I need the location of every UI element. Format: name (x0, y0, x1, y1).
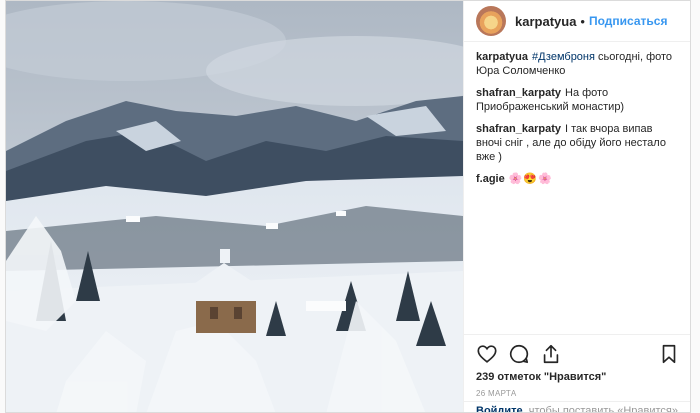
post-actions: 239 отметок "Нравится" 26 МАРТА (464, 334, 690, 398)
comment-item: shafran_karpaty На фото Приображенський м… (476, 86, 680, 114)
comment-item: f.agie 🌸😍🌸 (476, 172, 680, 186)
avatar[interactable] (476, 6, 506, 36)
comment-item: karpatyua #Дземброня сьогодні, фото Юра С… (476, 50, 680, 78)
comment-username[interactable]: f.agie (476, 173, 505, 185)
post-header: karpatyua • Подписаться (464, 1, 690, 42)
likes-text: 239 отметок "Нравится" (476, 371, 607, 383)
login-link[interactable]: Войдите, (476, 405, 526, 412)
post-photo[interactable] (6, 1, 463, 412)
comment-username[interactable]: karpatyua (476, 51, 528, 63)
post-sidebar: karpatyua • Подписаться karpatyua #Дзембр… (463, 1, 690, 413)
comment-icon[interactable] (508, 343, 530, 365)
likes-count[interactable]: 239 отметок "Нравится" (476, 371, 680, 383)
share-icon[interactable] (540, 343, 562, 365)
hashtag-link[interactable]: #Дземброня (532, 51, 595, 63)
comments-list: karpatyua #Дземброня сьогодні, фото Юра С… (464, 42, 690, 186)
action-icons-row (476, 341, 680, 367)
comment-item: shafran_karpaty I так вчора випав вночі с… (476, 122, 680, 164)
comment-username[interactable]: shafran_karpaty (476, 123, 561, 135)
comment-username[interactable]: shafran_karpaty (476, 87, 561, 99)
heart-icon[interactable] (476, 343, 498, 365)
comment-emoji: 🌸😍🌸 (508, 173, 553, 185)
separator-dot: • (580, 13, 585, 29)
post-date: 26 МАРТА (476, 389, 517, 398)
bookmark-icon[interactable] (658, 343, 680, 365)
snowy-mountain-landscape-image (6, 1, 463, 412)
login-prompt: Войдите, чтобы поставить «Нравится» (464, 401, 690, 413)
author-username[interactable]: karpatyua (515, 14, 576, 29)
login-prompt-text: чтобы поставить «Нравится» (525, 405, 679, 413)
follow-button[interactable]: Подписаться (589, 14, 667, 28)
instagram-post: karpatyua • Подписаться karpatyua #Дзембр… (5, 0, 691, 413)
